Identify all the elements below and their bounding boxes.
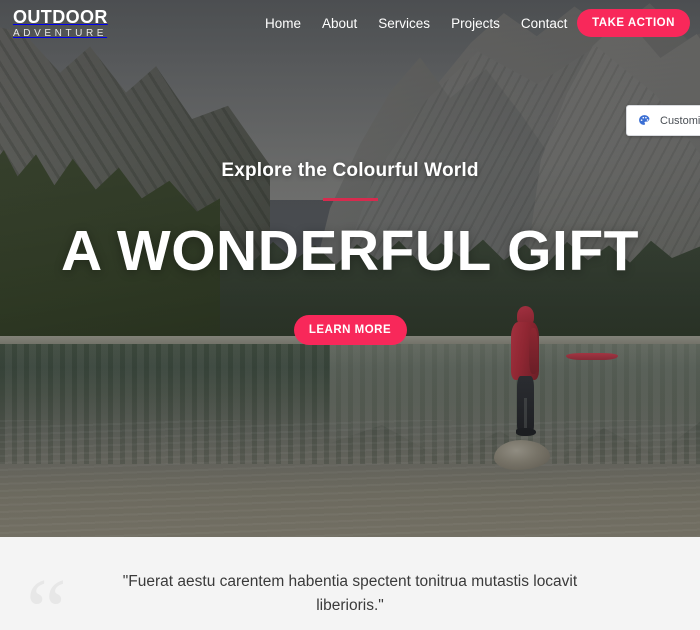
hero-divider: [322, 198, 378, 201]
nav-link-projects[interactable]: Projects: [451, 16, 500, 31]
nav-link-services[interactable]: Services: [378, 16, 430, 31]
learn-more-button[interactable]: LEARN MORE: [293, 315, 407, 346]
hero-title: A WONDERFUL GIFT: [61, 219, 639, 283]
testimonial-quote: "Fuerat aestu carentem habentia spectent…: [122, 573, 578, 615]
palette-icon: [638, 114, 651, 127]
brand-logo[interactable]: OUTDOOR ADVENTURE: [13, 8, 108, 39]
nav-item-contact[interactable]: Contact: [521, 15, 568, 33]
page-root: OUTDOOR ADVENTURE Home About Services Pr…: [0, 0, 700, 630]
nav-link-home[interactable]: Home: [265, 16, 301, 31]
site-header: OUTDOOR ADVENTURE Home About Services Pr…: [0, 0, 700, 47]
customize-label: Customize: [660, 114, 700, 127]
quote-mark-icon: “: [26, 560, 67, 630]
brand-line-1: OUTDOOR: [13, 7, 108, 27]
hero-subtitle: Explore the Colourful World: [221, 160, 479, 181]
nav-item-services[interactable]: Services: [378, 15, 430, 33]
nav-item-about[interactable]: About: [322, 15, 357, 33]
nav-item-projects[interactable]: Projects: [451, 15, 500, 33]
nav-link-about[interactable]: About: [322, 16, 357, 31]
customize-widget[interactable]: Customize: [626, 105, 700, 136]
hero-content: Explore the Colourful World A WONDERFUL …: [0, 0, 700, 537]
brand-line-2: ADVENTURE: [13, 28, 108, 39]
nav-link-contact[interactable]: Contact: [521, 16, 568, 31]
primary-navigation: Home About Services Projects Contact: [265, 15, 567, 33]
take-action-button[interactable]: TAKE ACTION: [577, 9, 690, 37]
nav-item-home[interactable]: Home: [265, 15, 301, 33]
